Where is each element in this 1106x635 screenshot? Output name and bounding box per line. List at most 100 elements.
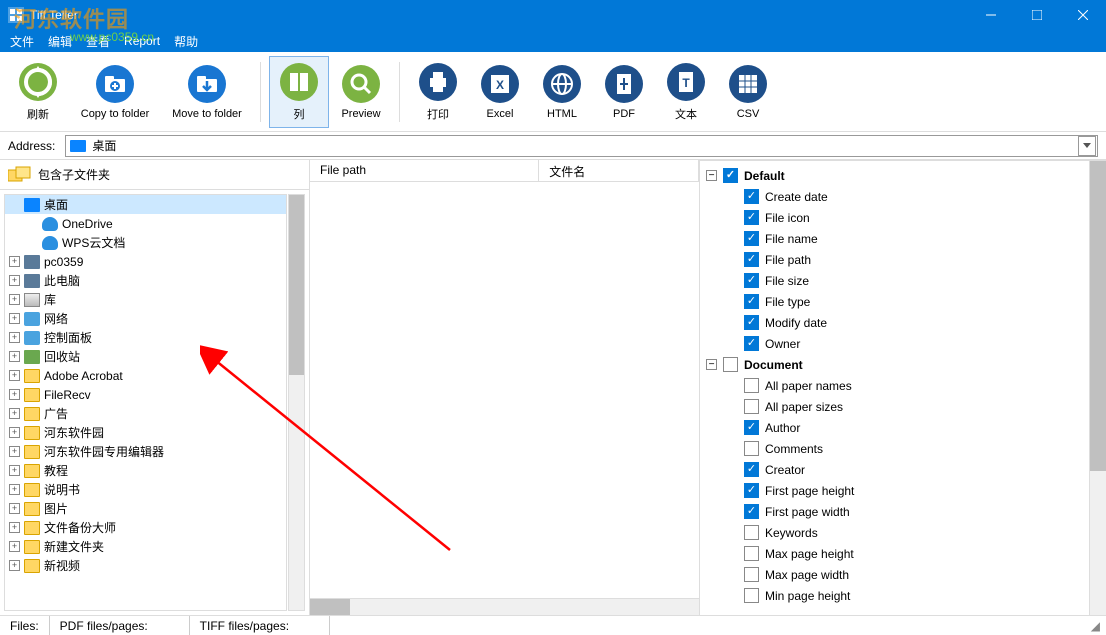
expand-icon[interactable]: +	[9, 294, 20, 305]
column-option[interactable]: File icon	[706, 207, 1082, 228]
column-option[interactable]: First page width	[706, 501, 1082, 522]
tree-node[interactable]: +图片	[5, 499, 286, 518]
tree-node[interactable]: 桌面	[5, 195, 286, 214]
checkbox[interactable]	[744, 546, 759, 561]
checkbox[interactable]	[744, 399, 759, 414]
tree-node[interactable]: +文件备份大师	[5, 518, 286, 537]
checkbox[interactable]	[744, 567, 759, 582]
address-combo[interactable]: 桌面	[65, 135, 1098, 157]
col-filename[interactable]: 文件名	[539, 160, 699, 181]
checkbox[interactable]	[744, 231, 759, 246]
expand-icon[interactable]: +	[9, 446, 20, 457]
moveto-button[interactable]: Move to folder	[162, 56, 252, 128]
tree-node[interactable]: +河东软件园专用编辑器	[5, 442, 286, 461]
expand-icon[interactable]: +	[9, 332, 20, 343]
checkbox[interactable]	[744, 588, 759, 603]
tree-node[interactable]: +库	[5, 290, 286, 309]
expand-icon[interactable]: +	[9, 389, 20, 400]
menu-查看[interactable]: 查看	[86, 33, 110, 50]
column-option[interactable]: File name	[706, 228, 1082, 249]
checkbox[interactable]	[744, 504, 759, 519]
column-option[interactable]: File path	[706, 249, 1082, 270]
refresh-button[interactable]: 刷新	[8, 56, 68, 128]
column-option[interactable]: All paper names	[706, 375, 1082, 396]
checkbox[interactable]	[744, 189, 759, 204]
checkbox[interactable]	[744, 336, 759, 351]
column-option[interactable]: Keywords	[706, 522, 1082, 543]
column-option[interactable]: Modify date	[706, 312, 1082, 333]
close-button[interactable]	[1060, 0, 1106, 30]
checkbox[interactable]	[744, 420, 759, 435]
expand-icon[interactable]: +	[9, 465, 20, 476]
tree-node[interactable]: +FileRecv	[5, 385, 286, 404]
checkbox[interactable]	[744, 441, 759, 456]
dropdown-arrow-icon[interactable]	[1078, 136, 1096, 156]
column-option[interactable]: Max page height	[706, 543, 1082, 564]
scrollbar-thumb[interactable]	[289, 195, 304, 375]
menu-文件[interactable]: 文件	[10, 33, 34, 50]
checkbox[interactable]	[744, 252, 759, 267]
minimize-button[interactable]	[968, 0, 1014, 30]
checkbox[interactable]	[744, 462, 759, 477]
column-option[interactable]: File size	[706, 270, 1082, 291]
expand-icon[interactable]: +	[9, 484, 20, 495]
preview-button[interactable]: Preview	[331, 56, 391, 128]
checkbox[interactable]	[723, 168, 738, 183]
expand-icon[interactable]: +	[9, 256, 20, 267]
checkbox[interactable]	[723, 357, 738, 372]
tree-node[interactable]: +新视频	[5, 556, 286, 575]
tree-node[interactable]: +教程	[5, 461, 286, 480]
col-filepath[interactable]: File path	[310, 160, 539, 181]
checkbox[interactable]	[744, 210, 759, 225]
menu-帮助[interactable]: 帮助	[174, 33, 198, 50]
expand-icon[interactable]: +	[9, 408, 20, 419]
resize-grip-icon[interactable]: ◢	[1085, 619, 1106, 633]
column-option[interactable]: Author	[706, 417, 1082, 438]
csv-button[interactable]: CSV	[718, 56, 778, 128]
column-option[interactable]: First page height	[706, 480, 1082, 501]
html-button[interactable]: HTML	[532, 56, 592, 128]
column-option[interactable]: Min page height	[706, 585, 1082, 606]
checkbox[interactable]	[744, 525, 759, 540]
expand-icon[interactable]: +	[9, 275, 20, 286]
tree-node[interactable]: +网络	[5, 309, 286, 328]
expand-icon[interactable]: +	[9, 503, 20, 514]
menu-编辑[interactable]: 编辑	[48, 33, 72, 50]
subfolder-toggle[interactable]: 包含子文件夹	[0, 160, 309, 190]
text-button[interactable]: T文本	[656, 56, 716, 128]
column-option[interactable]: Creator	[706, 459, 1082, 480]
tree-node[interactable]: +此电脑	[5, 271, 286, 290]
list-h-scrollbar[interactable]	[310, 598, 699, 615]
tree-node[interactable]: +河东软件园	[5, 423, 286, 442]
copyto-button[interactable]: Copy to folder	[70, 56, 160, 128]
tree-node[interactable]: +pc0359	[5, 252, 286, 271]
tree-node[interactable]: +广告	[5, 404, 286, 423]
folder-scrollbar[interactable]	[288, 194, 305, 611]
tree-node[interactable]: OneDrive	[5, 214, 286, 233]
column-group[interactable]: −Document	[706, 354, 1082, 375]
tree-node[interactable]: +回收站	[5, 347, 286, 366]
expand-icon[interactable]: +	[9, 541, 20, 552]
menu-report[interactable]: Report	[124, 34, 160, 48]
checkbox[interactable]	[744, 294, 759, 309]
expand-icon[interactable]: +	[9, 351, 20, 362]
column-option[interactable]: All paper sizes	[706, 396, 1082, 417]
collapse-icon[interactable]: −	[706, 359, 717, 370]
print-button[interactable]: 打印	[408, 56, 468, 128]
columns-button[interactable]: 列	[269, 56, 329, 128]
tree-node[interactable]: +说明书	[5, 480, 286, 499]
tree-node[interactable]: WPS云文档	[5, 233, 286, 252]
scrollbar-thumb[interactable]	[1090, 161, 1106, 471]
tree-node[interactable]: +新建文件夹	[5, 537, 286, 556]
checkbox[interactable]	[744, 273, 759, 288]
column-option[interactable]: Create date	[706, 186, 1082, 207]
checkbox[interactable]	[744, 315, 759, 330]
column-group[interactable]: −Default	[706, 165, 1082, 186]
columns-scrollbar[interactable]	[1089, 161, 1106, 615]
expand-icon[interactable]: +	[9, 560, 20, 571]
expand-icon[interactable]: +	[9, 427, 20, 438]
expand-icon[interactable]: +	[9, 522, 20, 533]
checkbox[interactable]	[744, 483, 759, 498]
tree-node[interactable]: +Adobe Acrobat	[5, 366, 286, 385]
column-option[interactable]: File type	[706, 291, 1082, 312]
